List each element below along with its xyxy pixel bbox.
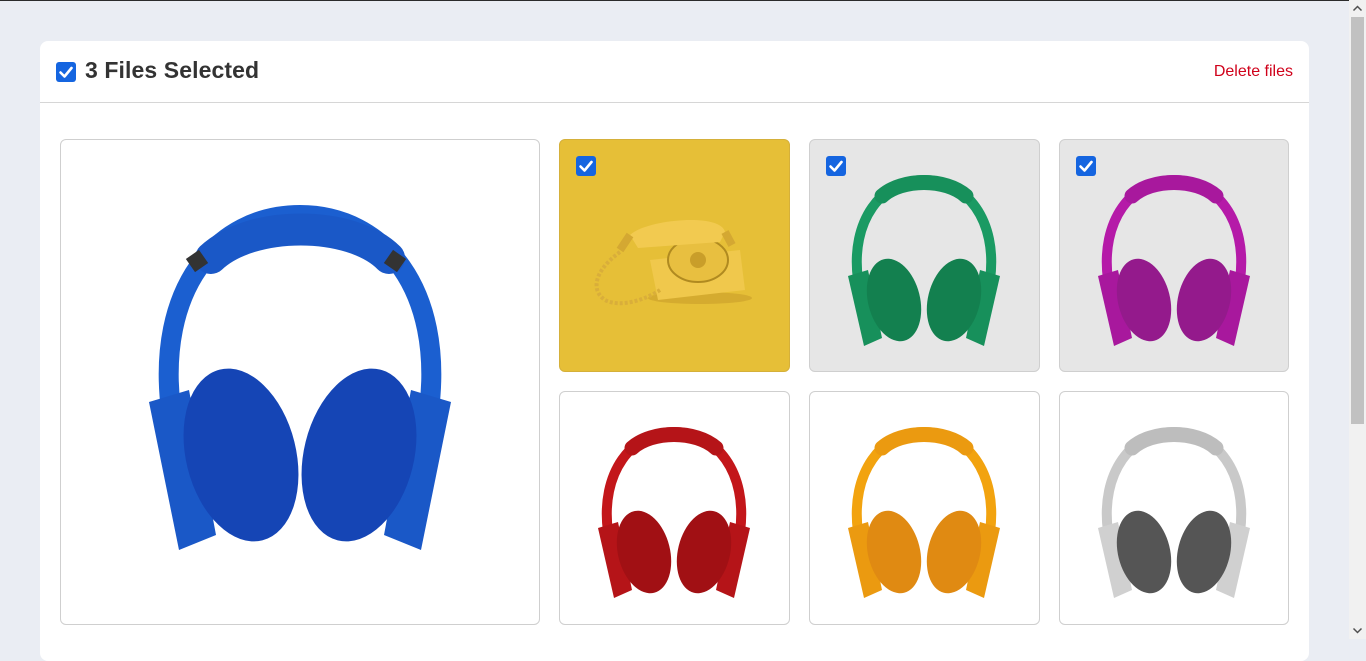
check-icon bbox=[59, 66, 73, 78]
page-scrollbar[interactable] bbox=[1349, 0, 1366, 639]
headphones-image bbox=[149, 204, 451, 550]
select-all-checkbox[interactable] bbox=[56, 62, 76, 82]
file-checkbox[interactable] bbox=[576, 156, 596, 176]
file-tile-large[interactable] bbox=[60, 139, 540, 625]
headphones-image bbox=[598, 426, 750, 598]
file-tile-green[interactable] bbox=[809, 139, 1040, 372]
selection-header: 3 Files Selected Delete files bbox=[40, 41, 1309, 103]
check-icon bbox=[829, 160, 843, 172]
window-top-border bbox=[0, 0, 1366, 1]
headphones-image bbox=[1098, 426, 1250, 598]
scroll-down-arrow-icon[interactable] bbox=[1349, 622, 1366, 639]
file-checkbox[interactable] bbox=[1076, 156, 1096, 176]
headphones-image bbox=[848, 426, 1000, 598]
file-selection-card: 3 Files Selected Delete files bbox=[40, 41, 1309, 661]
file-tile-orange[interactable] bbox=[809, 391, 1040, 625]
file-tile-gray[interactable] bbox=[1059, 391, 1289, 625]
file-tile-telephone[interactable] bbox=[559, 139, 790, 372]
scroll-up-arrow-icon[interactable] bbox=[1349, 0, 1366, 17]
check-icon bbox=[579, 160, 593, 172]
file-tile-red[interactable] bbox=[559, 391, 790, 625]
check-icon bbox=[1079, 160, 1093, 172]
delete-files-link[interactable]: Delete files bbox=[1214, 63, 1293, 81]
scrollbar-thumb[interactable] bbox=[1351, 17, 1364, 424]
file-tile-magenta[interactable] bbox=[1059, 139, 1289, 372]
file-checkbox[interactable] bbox=[826, 156, 846, 176]
selection-count-title: 3 Files Selected bbox=[85, 57, 260, 83]
